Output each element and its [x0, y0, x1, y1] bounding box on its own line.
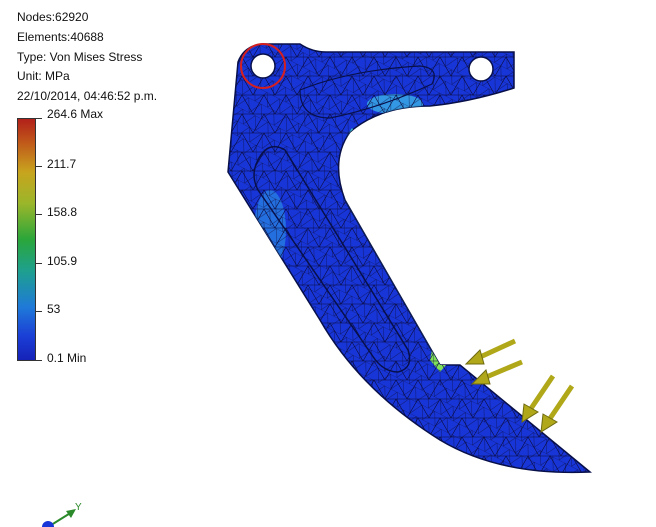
coordinate-triad: Y: [42, 502, 82, 527]
load-arrow-icon: [470, 359, 523, 385]
load-arrow-icon: [540, 384, 575, 433]
fea-viewport[interactable]: Y: [0, 0, 656, 527]
pin-hole-right: [468, 56, 494, 82]
pin-hole-left: [250, 53, 276, 79]
load-arrow-icon: [521, 374, 556, 423]
triad-y-label: Y: [75, 502, 82, 513]
load-arrow-icon: [464, 338, 517, 365]
